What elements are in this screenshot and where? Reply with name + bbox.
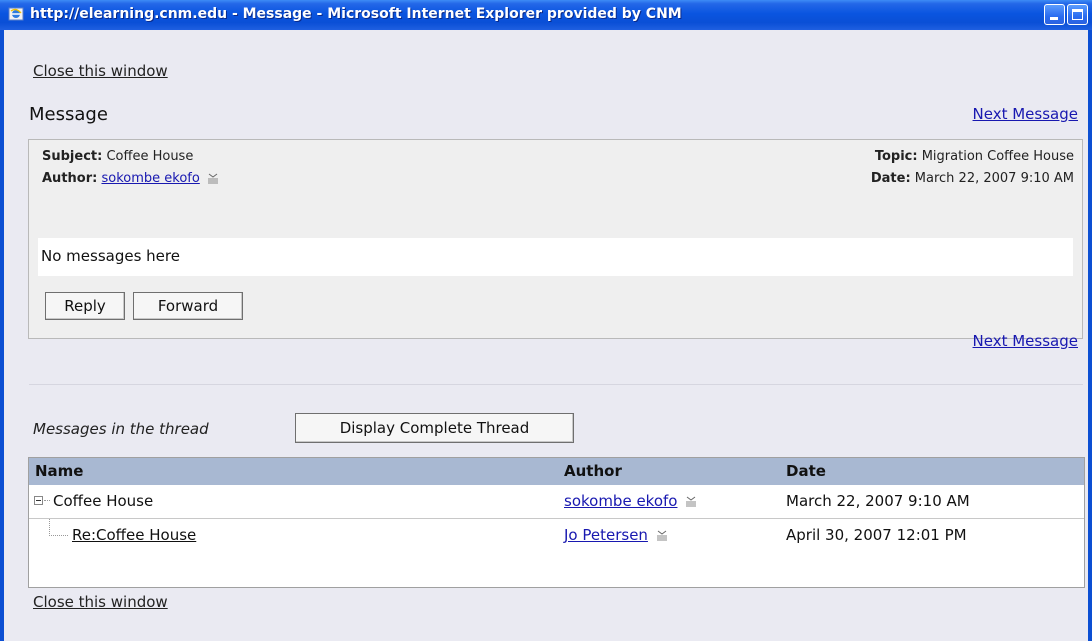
window-frame-right bbox=[1088, 30, 1092, 641]
thread-item-author: sokombe ekofo bbox=[564, 492, 697, 510]
thread-table-header: Name Author Date bbox=[29, 458, 1084, 485]
thread-item-author: Jo Petersen bbox=[564, 526, 668, 544]
thread-item-date: March 22, 2007 9:10 AM bbox=[786, 492, 970, 510]
subject-label: Subject: bbox=[42, 149, 103, 164]
ie-icon bbox=[8, 7, 24, 21]
message-heading: Message bbox=[29, 104, 108, 125]
date-value: March 22, 2007 9:10 AM bbox=[914, 171, 1074, 186]
window-title: http://elearning.cnm.edu - Message - Mic… bbox=[30, 6, 682, 22]
thread-table: Name Author Date Coffee House sokombe ek… bbox=[28, 457, 1085, 588]
close-window-link-bottom[interactable]: Close this window bbox=[33, 593, 168, 611]
display-complete-thread-button[interactable]: Display Complete Thread bbox=[295, 413, 574, 443]
message-body: No messages here bbox=[38, 238, 1073, 276]
thread-item-link[interactable]: Re:Coffee House bbox=[72, 526, 196, 544]
message-body-text: No messages here bbox=[41, 247, 180, 265]
topic-label: Topic: bbox=[874, 149, 918, 164]
column-header-date[interactable]: Date bbox=[786, 462, 826, 480]
title-bar: http://elearning.cnm.edu - Message - Mic… bbox=[0, 0, 1092, 30]
table-row: Re:Coffee House Jo Petersen April 30, 20… bbox=[29, 518, 1084, 552]
subject-value: Coffee House bbox=[106, 149, 194, 164]
message-window-content: Close this window Message Next Message S… bbox=[4, 30, 1088, 641]
topic-value: Migration Coffee House bbox=[921, 149, 1074, 164]
author-link[interactable]: Jo Petersen bbox=[564, 526, 648, 544]
forward-button[interactable]: Forward bbox=[133, 292, 243, 320]
column-header-name[interactable]: Name bbox=[35, 462, 83, 480]
contact-menu-icon[interactable] bbox=[656, 530, 668, 542]
reply-button[interactable]: Reply bbox=[45, 292, 125, 320]
minimize-button[interactable] bbox=[1044, 4, 1065, 25]
thread-label: Messages in the thread bbox=[33, 420, 209, 438]
tree-connector bbox=[44, 500, 50, 501]
column-header-author[interactable]: Author bbox=[564, 462, 622, 480]
author-label: Author: bbox=[42, 171, 98, 186]
next-message-link-bottom[interactable]: Next Message bbox=[973, 332, 1078, 350]
maximize-button[interactable] bbox=[1067, 4, 1088, 25]
contact-menu-icon[interactable] bbox=[685, 496, 697, 508]
author-link[interactable]: sokombe ekofo bbox=[564, 492, 677, 510]
thread-item-name: Coffee House bbox=[53, 492, 154, 510]
table-row: Coffee House sokombe ekofo March 22, 200… bbox=[29, 485, 1084, 518]
tree-connector bbox=[49, 519, 68, 536]
message-date: Date: March 22, 2007 9:10 AM bbox=[871, 171, 1074, 186]
next-message-link-top[interactable]: Next Message bbox=[973, 105, 1078, 123]
message-author: Author: sokombe ekofo bbox=[42, 171, 219, 186]
message-topic: Topic: Migration Coffee House bbox=[875, 149, 1074, 164]
close-window-link-top[interactable]: Close this window bbox=[33, 62, 168, 80]
date-label: Date: bbox=[870, 171, 911, 186]
thread-item-date: April 30, 2007 12:01 PM bbox=[786, 526, 967, 544]
contact-menu-icon[interactable] bbox=[207, 173, 219, 185]
message-subject: Subject: Coffee House bbox=[42, 149, 193, 164]
message-panel: Subject: Coffee House Author: sokombe ek… bbox=[28, 139, 1083, 339]
section-divider bbox=[29, 384, 1083, 385]
collapse-icon[interactable] bbox=[34, 496, 43, 505]
author-link[interactable]: sokombe ekofo bbox=[101, 171, 199, 186]
